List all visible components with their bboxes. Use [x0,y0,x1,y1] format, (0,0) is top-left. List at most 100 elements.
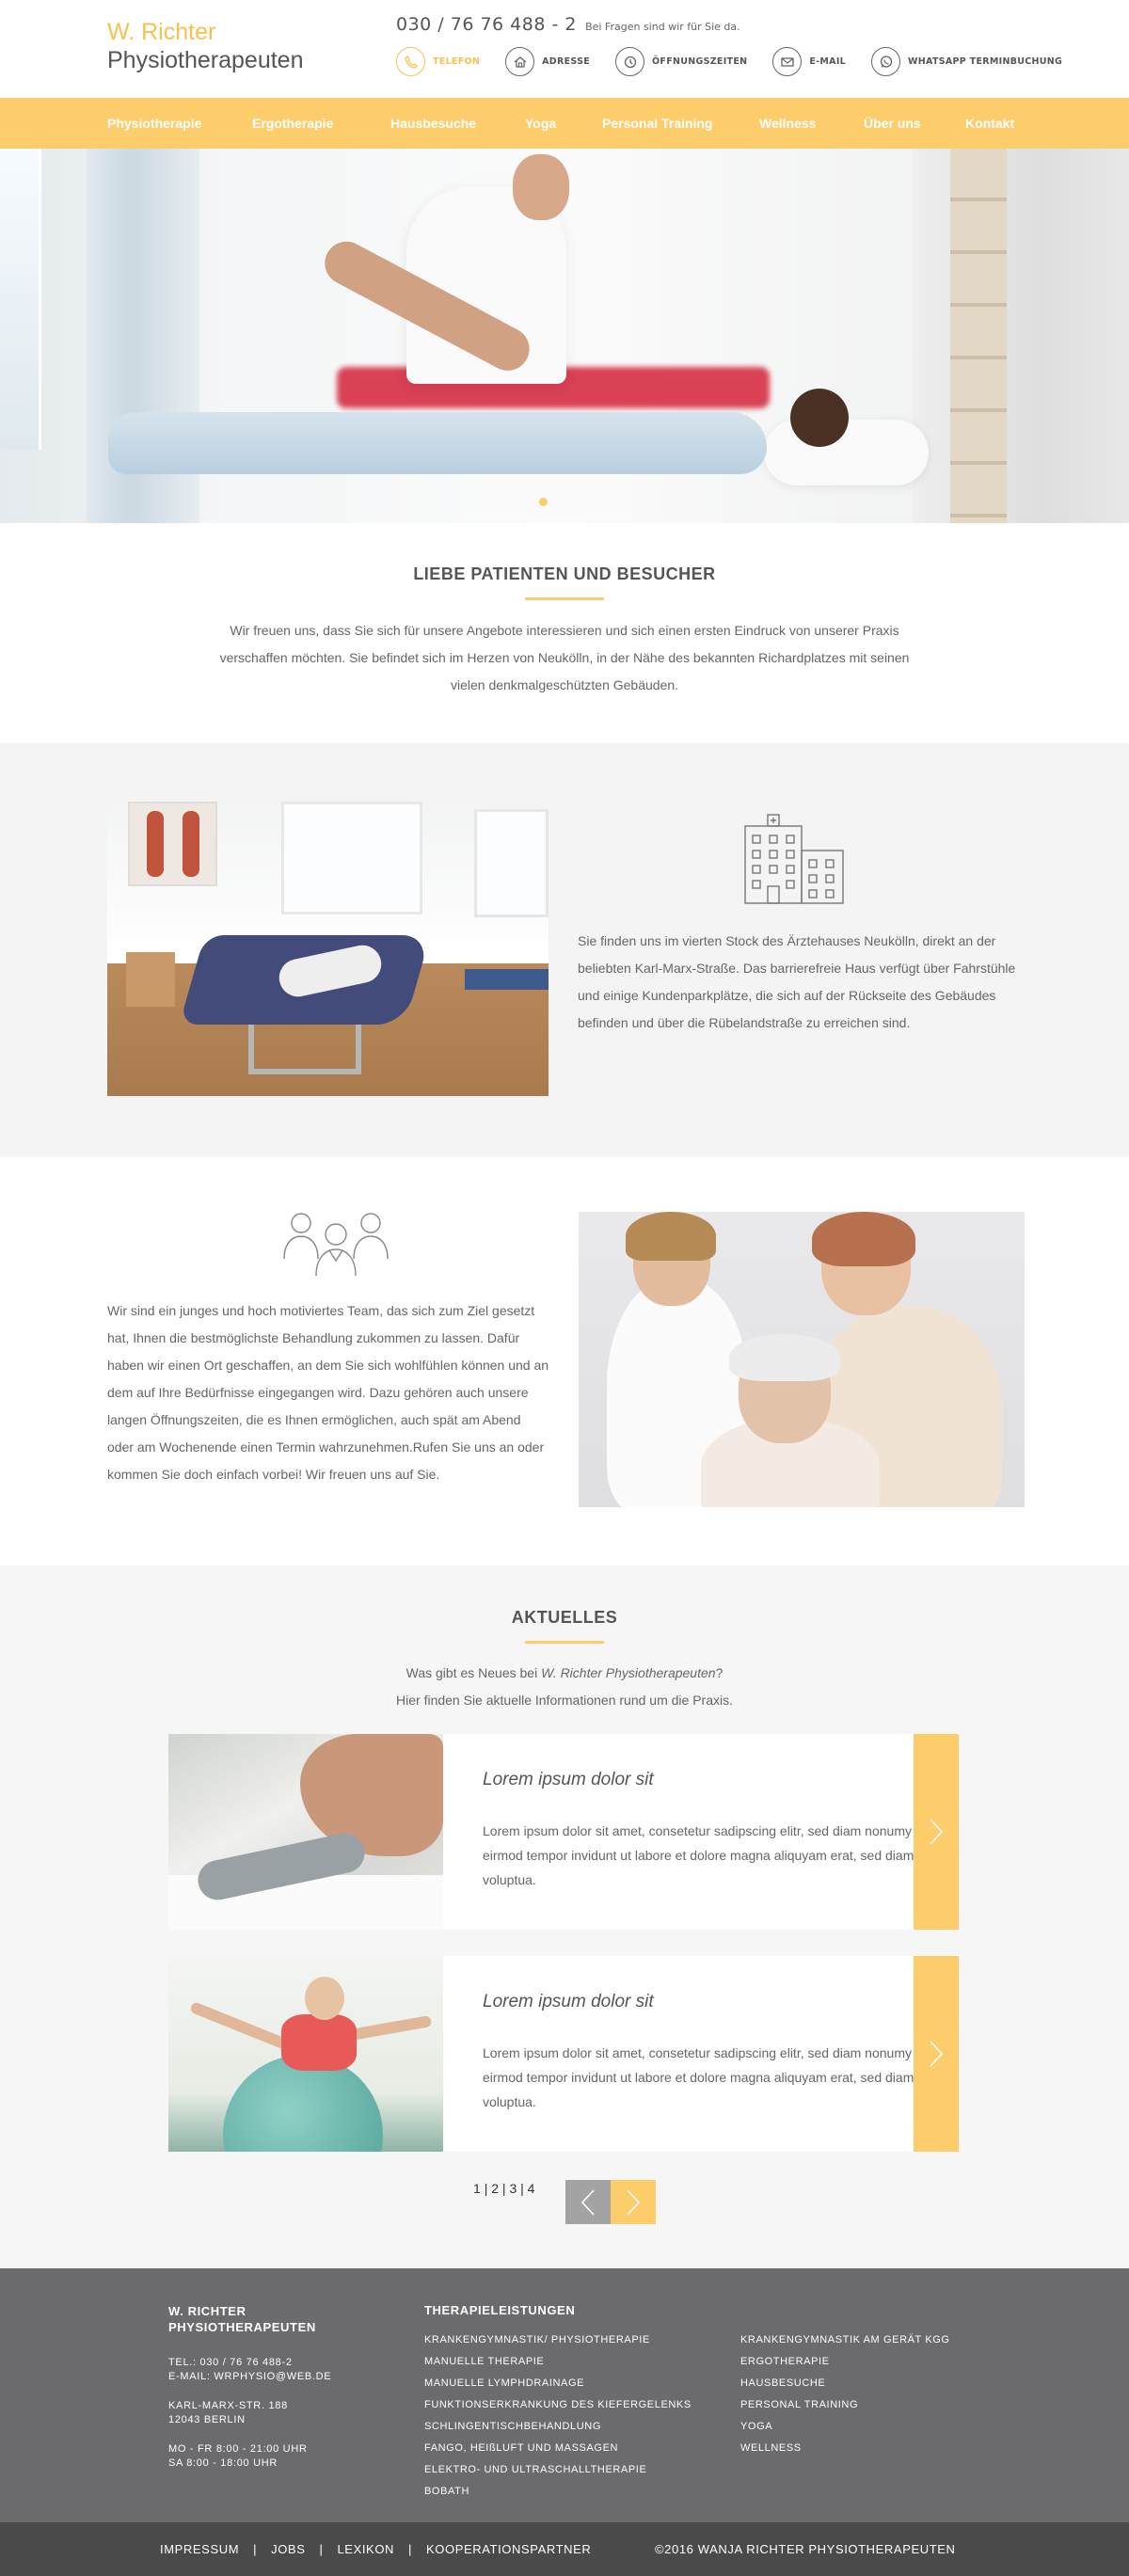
footer-links: IMPRESSUM | JOBS | LEXIKON | KOOPERATIONSPARTN… [160,2542,592,2556]
contact-label: WHATSAPP TERMINBUCHUNG [908,56,1063,67]
phone-number[interactable]: 030 / 76 76 488 - 2 [396,14,577,35]
footer-service-link[interactable]: FUNKTIONSERKRANKUNG DES KIEFERGELENKS [424,2394,692,2416]
news-card: Lorem ipsum dolor sit Lorem ipsum dolor … [168,1956,959,2152]
copyright: ©2016 WANJA RICHTER PHYSIOTHERAPEUTEN [655,2542,956,2556]
hero-pillow [764,420,929,485]
news-text: Lorem ipsum dolor sit amet, consetetur s… [483,1823,914,1887]
chevron-right-icon [930,2041,944,2067]
footer-service-link[interactable]: YOGA [740,2416,950,2438]
nav-wellness[interactable]: Wellness [759,98,816,149]
hero-shelf [913,149,1129,523]
pagination-prev-button[interactable] [565,2180,611,2224]
footer-service-link[interactable]: ELEKTRO- UND ULTRASCHALLTHERAPIE [424,2459,692,2481]
logo-line2: Physiotherapeuten [107,47,304,73]
footer-service-link[interactable]: MANUELLE THERAPIE [424,2351,692,2373]
contact-oeffnungszeiten[interactable]: ÖFFNUNGSZEITEN [615,47,747,76]
hero-patient-head [790,389,849,447]
nav-kontakt[interactable]: Kontakt [965,98,1014,149]
footer-service-link[interactable]: ERGOTHERAPIE [740,2351,950,2373]
footer-service-link[interactable]: WELLNESS [740,2438,950,2459]
link-lexikon[interactable]: LEXIKON [337,2542,394,2556]
nav-ergotherapie[interactable]: Ergotherapie [252,98,333,149]
footer-bottom-bar: IMPRESSUM | JOBS | LEXIKON | KOOPERATIONSPARTN… [0,2522,1129,2576]
news-text: Lorem ipsum dolor sit amet, consetetur s… [483,2045,914,2109]
chevron-left-icon [580,2188,595,2216]
footer-service-link[interactable]: KRANKENGYMNASTIK AM GERÄT KGG [740,2330,950,2351]
news-intro-line2: Hier finden Sie aktuelle Informationen r… [396,1693,733,1708]
team-text: Wir sind ein junges und hoch motiviertes… [107,1303,549,1482]
contact-email[interactable]: E-MAIL [772,47,846,76]
footer-service-link[interactable]: HAUSBESUCHE [740,2373,950,2394]
intro-text: Wir freuen uns, dass Sie sich für unsere… [219,623,910,692]
hero-slider [0,149,1129,523]
team-icon [280,1212,391,1281]
link-impressum[interactable]: IMPRESSUM [160,2542,239,2556]
chevron-right-icon [627,2188,641,2216]
news-intro-brand: W. Richter Physiotherapeuten [541,1665,716,1680]
nav-hausbesuche[interactable]: Hausbesuche [390,98,476,149]
news-card: Lorem ipsum dolor sit Lorem ipsum dolor … [168,1734,959,1930]
intro-title: LIEBE PATIENTEN UND BESUCHER [413,564,716,583]
news-title[interactable]: Lorem ipsum dolor sit [483,1770,654,1790]
footer-service-link[interactable]: KRANKENGYMNASTIK/ PHYSIOTHERAPIE [424,2330,692,2351]
page-3[interactable]: 3 [509,2181,517,2196]
contact-label: ADRESSE [542,56,591,67]
slider-dot[interactable] [539,498,548,506]
contact-adresse[interactable]: ADRESSE [505,47,590,76]
contact-bar: TELEFON ADRESSE ÖFFNUNGSZEITEN E-MAIL WH… [396,47,1088,76]
footer-email[interactable]: E-MAIL: WRPHYSIO@WEB.DE [168,2370,385,2384]
page-2[interactable]: 2 [491,2181,499,2196]
footer-service-link[interactable]: BOBATH [424,2481,692,2503]
intro-section: LIEBE PATIENTEN UND BESUCHER Wir freuen … [0,523,1129,743]
practice-room-photo [107,802,549,1096]
nav-personal-training[interactable]: Personal Training [602,98,712,149]
mail-icon [772,47,803,76]
contact-telefon[interactable]: TELEFON [396,47,480,76]
hero-patient [108,412,767,474]
footer-brand: W. RICHTER PHYSIOTHERAPEUTEN [168,2304,316,2334]
footer-phone-email: TEL.: 030 / 76 76 488-2 E-MAIL: WRPHYSIO… [168,2356,385,2384]
footer-service-link[interactable]: FANGO, HEIßLUFT UND MASSAGEN [424,2438,692,2459]
pagination-next-button[interactable] [611,2180,656,2224]
news-title: AKTUELLES [511,1608,618,1627]
news-thumb-ball [168,1956,443,2152]
site-footer: W. RICHTER PHYSIOTHERAPEUTEN TEL.: 030 /… [0,2268,1129,2522]
news-section: AKTUELLES Was gibt es Neues bei W. Richt… [0,1566,1129,2268]
whatsapp-icon [871,47,901,76]
logo[interactable]: W. Richter Physiotherapeuten [107,19,303,75]
news-more-button[interactable] [914,1734,959,1930]
footer-tel[interactable]: TEL.: 030 / 76 76 488-2 [168,2356,385,2370]
location-section: Sie finden uns im vierten Stock des Ärzt… [0,743,1129,1157]
chevron-right-icon [930,1819,944,1845]
title-underline [525,1641,604,1644]
nav-yoga[interactable]: Yoga [525,98,556,149]
contact-label: E-MAIL [809,56,847,67]
footer-service-link[interactable]: SCHLINGENTISCHBEHANDLUNG [424,2416,692,2438]
hero-window [0,149,41,450]
phone-icon [396,47,425,76]
footer-hours: MO - FR 8:00 - 21:00 UHR SA 8:00 - 18:00… [168,2443,308,2469]
footer-services-list: KRANKENGYMNASTIK AM GERÄT KGG ERGOTHERAP… [740,2330,950,2459]
news-more-button[interactable] [914,1956,959,2152]
footer-contact: W. RICHTER PHYSIOTHERAPEUTEN TEL.: 030 /… [168,2303,385,2471]
site-header: W. Richter Physiotherapeuten 030 / 76 76… [0,0,1129,98]
team-section: Wir sind ein junges und hoch motiviertes… [0,1157,1129,1566]
pagination: 1 | 2 | 3 | 4 [473,2181,535,2196]
house-icon [505,47,535,76]
footer-service-link[interactable]: PERSONAL TRAINING [740,2394,950,2416]
location-text: Sie finden uns im vierten Stock des Ärzt… [578,933,1016,1030]
nav-ueber-uns[interactable]: Über uns [864,98,921,149]
footer-services-title: THERAPIELEISTUNGEN [424,2303,576,2317]
logo-line1: W. Richter [107,19,216,45]
link-jobs[interactable]: JOBS [271,2542,305,2556]
contact-label: ÖFFNUNGSZEITEN [652,56,748,67]
news-title[interactable]: Lorem ipsum dolor sit [483,1992,654,2012]
nav-physiotherapie[interactable]: Physiotherapie [107,98,201,149]
contact-whatsapp[interactable]: WHATSAPP TERMINBUCHUNG [871,47,1062,76]
hero-therapist-head [513,154,569,220]
footer-service-link[interactable]: MANUELLE LYMPHDRAINAGE [424,2373,692,2394]
phone-line: 030 / 76 76 488 - 2 Bei Fragen sind wir … [396,14,740,35]
page-1[interactable]: 1 [473,2181,481,2196]
page-4[interactable]: 4 [528,2181,535,2196]
link-kooperationspartner[interactable]: KOOPERATIONSPARTNER [426,2542,591,2556]
